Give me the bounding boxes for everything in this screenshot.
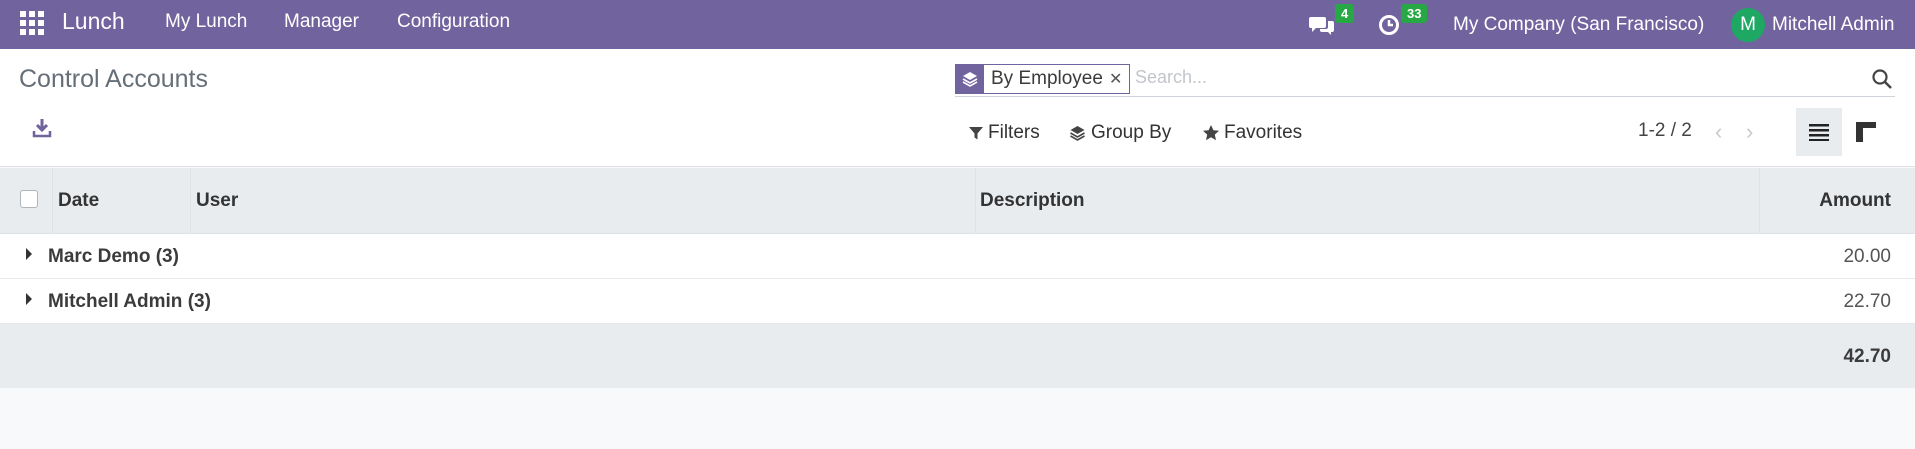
activities-badge: 33 (1401, 4, 1428, 23)
menu-manager[interactable]: Manager (284, 11, 359, 33)
page-title: Control Accounts (19, 65, 208, 93)
table-footer: 42.70 (0, 324, 1915, 388)
caret-right-icon (26, 248, 32, 260)
app-name[interactable]: Lunch (62, 8, 125, 35)
company-switcher[interactable]: My Company (San Francisco) (1453, 0, 1704, 49)
activities-button[interactable] (1378, 0, 1402, 49)
table-header: Date User Description Amount (0, 168, 1915, 234)
group-row[interactable]: Mitchell Admin (3) 22.70 (0, 279, 1915, 324)
filters-label: Filters (988, 122, 1040, 143)
pager-value[interactable]: 1-2 / 2 (1638, 120, 1692, 142)
facet-close-icon[interactable]: ✕ (1109, 65, 1129, 93)
user-name: Mitchell Admin (1772, 13, 1895, 35)
facet-label: By Employee (991, 68, 1103, 89)
select-all-checkbox[interactable] (20, 190, 38, 208)
pivot-view-button[interactable] (1843, 108, 1889, 156)
total-amount: 42.70 (1843, 346, 1891, 367)
group-name: Mitchell Admin (3) (48, 291, 211, 312)
user-menu[interactable]: M Mitchell Admin (1731, 0, 1895, 49)
pager-previous-icon[interactable]: ‹ (1715, 119, 1722, 145)
list-view-button[interactable] (1796, 108, 1842, 156)
clock-icon (1379, 14, 1399, 35)
filter-icon (969, 127, 983, 140)
list-table: Date User Description Amount Marc Demo (… (0, 168, 1915, 388)
search-icon[interactable] (1871, 68, 1893, 90)
group-row[interactable]: Marc Demo (3) 20.00 (0, 234, 1915, 279)
menu-configuration[interactable]: Configuration (397, 11, 510, 33)
messages-button[interactable] (1309, 0, 1335, 49)
pivot-icon (1856, 122, 1876, 142)
search-input[interactable] (1135, 67, 1835, 88)
group-amount: 20.00 (1843, 246, 1891, 267)
favorites-button[interactable]: Favorites (1202, 122, 1302, 144)
apps-menu-icon[interactable] (20, 11, 44, 35)
messages-badge: 4 (1335, 4, 1355, 23)
group-amount: 22.70 (1843, 291, 1891, 312)
caret-right-icon (26, 293, 32, 305)
star-icon (1203, 125, 1219, 141)
search-bar: By Employee ✕ (955, 61, 1895, 97)
column-description[interactable]: Description (980, 190, 1085, 212)
list-icon (1809, 124, 1829, 141)
column-user[interactable]: User (196, 190, 238, 212)
groupby-label: Group By (1091, 122, 1172, 143)
groupby-button[interactable]: Group By (1068, 122, 1171, 144)
layers-icon (956, 65, 984, 93)
download-icon[interactable] (32, 117, 52, 139)
column-amount[interactable]: Amount (1819, 190, 1891, 212)
avatar: M (1731, 7, 1765, 42)
menu-my-lunch[interactable]: My Lunch (165, 11, 247, 33)
filters-button[interactable]: Filters (968, 122, 1040, 144)
chat-icon (1309, 16, 1334, 35)
search-facet: By Employee ✕ (955, 64, 1131, 94)
group-name: Marc Demo (3) (48, 246, 179, 267)
favorites-label: Favorites (1224, 122, 1303, 143)
column-date[interactable]: Date (58, 190, 99, 212)
layers-icon (1070, 126, 1085, 141)
top-navbar: Lunch My Lunch Manager Configuration 4 3… (0, 0, 1915, 49)
control-panel: Control Accounts By Employee ✕ Search...… (0, 49, 1915, 167)
pager-next-icon[interactable]: › (1746, 119, 1753, 145)
